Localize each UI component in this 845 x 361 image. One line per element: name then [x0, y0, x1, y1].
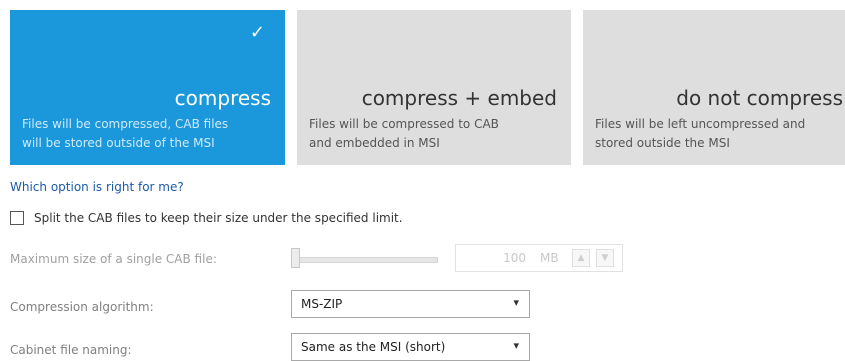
split-cab-option: Split the CAB files to keep their size u…	[10, 211, 403, 225]
tile-description-line: Files will be compressed, CAB files	[22, 117, 229, 131]
tile-description: Files will be compressed to CAB and embe…	[309, 115, 559, 153]
tile-description-line: Files will be compressed to CAB	[309, 117, 499, 131]
tile-description-line: stored outside the MSI	[595, 136, 730, 150]
select-value: Same as the MSI (short)	[301, 340, 446, 354]
tile-title: do not compress	[676, 86, 843, 110]
do-not-compress-option-tile[interactable]: do not compress Files will be left uncom…	[583, 10, 845, 165]
help-link[interactable]: Which option is right for me?	[10, 180, 184, 194]
cabinet-naming-select[interactable]: Same as the MSI (short) ▾	[291, 333, 530, 361]
tile-title: compress + embed	[361, 86, 557, 110]
compression-algorithm-select[interactable]: MS-ZIP ▾	[291, 290, 530, 318]
cabinet-naming-label: Cabinet file naming:	[10, 343, 132, 357]
chevron-down-icon: ▾	[513, 296, 519, 309]
size-unit: MB	[540, 251, 559, 265]
increase-icon[interactable]: ▲	[572, 249, 590, 267]
split-cab-label[interactable]: Split the CAB files to keep their size u…	[34, 211, 403, 225]
chevron-down-icon: ▾	[513, 339, 519, 352]
tile-description-line: will be stored outside of the MSI	[22, 136, 215, 150]
tile-description: Files will be left uncompressed and stor…	[595, 115, 845, 153]
select-value: MS-ZIP	[301, 297, 343, 311]
decrease-icon[interactable]: ▼	[596, 249, 614, 267]
compress-option-tile[interactable]: ✓ compress Files will be compressed, CAB…	[10, 10, 285, 165]
tile-title: compress	[174, 86, 271, 110]
max-size-input[interactable]: MB 100 ▲ ▼	[455, 244, 623, 272]
tile-description-line: and embedded in MSI	[309, 136, 440, 150]
tile-description-line: Files will be left uncompressed and	[595, 117, 806, 131]
compression-algorithm-label: Compression algorithm:	[10, 300, 154, 314]
compress-embed-option-tile[interactable]: compress + embed Files will be compresse…	[297, 10, 571, 165]
split-cab-checkbox[interactable]	[10, 211, 24, 225]
tile-description: Files will be compressed, CAB files will…	[22, 115, 272, 153]
size-value: 100	[503, 251, 526, 265]
max-size-slider-thumb[interactable]	[291, 248, 300, 268]
max-size-slider-track[interactable]	[291, 257, 438, 263]
max-size-label: Maximum size of a single CAB file:	[10, 252, 217, 266]
checkmark-icon: ✓	[249, 22, 265, 43]
